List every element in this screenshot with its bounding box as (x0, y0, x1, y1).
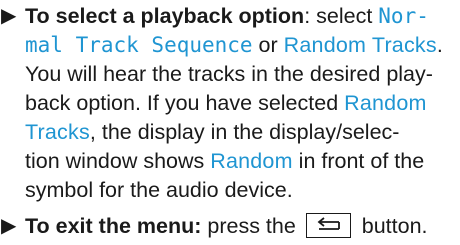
step1-text: . (436, 33, 443, 57)
option-normal-part1: Nor- (378, 4, 429, 28)
option-random-part2: Tracks (25, 120, 90, 144)
step1-text: : select (304, 4, 379, 28)
bullet-arrow-icon: ▶ (1, 215, 17, 237)
step2-text: press the (201, 214, 302, 238)
step2-text: button. (355, 214, 428, 238)
step1-text: tion window shows (25, 149, 211, 173)
step1-heading: To select a playback option (25, 4, 305, 28)
step1-line2: mal Track Sequence or Random Tracks. (25, 31, 443, 60)
step2-line1: To exit the menu: press the button. (25, 212, 428, 241)
step1-line1: To select a playback option: select Nor- (25, 2, 429, 31)
step1-line6: tion window shows Random in front of the (25, 147, 424, 176)
display-random-label: Random (210, 149, 293, 173)
back-button (305, 212, 351, 238)
step1-text: symbol for the audio device. (25, 178, 293, 202)
option-random-part1: Random (344, 91, 427, 115)
step1-text: in front of the (292, 149, 425, 173)
back-arrow-icon (317, 217, 340, 230)
option-random-tracks: Random Tracks (283, 33, 437, 57)
step1-text: or (252, 33, 284, 57)
step1-text: You will hear the tracks in the desired … (25, 62, 433, 86)
step2-heading: To exit the menu: (25, 214, 202, 238)
step1-text: back option. If you have selected (25, 91, 345, 115)
step1-line4: back option. If you have selected Random (25, 89, 427, 118)
step1-line5: Tracks, the display in the display/selec… (25, 118, 399, 147)
bullet-arrow-icon: ▶ (1, 5, 17, 27)
step1-line7: symbol for the audio device. (25, 176, 293, 205)
option-normal-part2: mal Track Sequence (25, 33, 253, 57)
step1-line3: You will hear the tracks in the desired … (25, 60, 433, 89)
step1-text: , the display in the display/selec- (89, 120, 400, 144)
